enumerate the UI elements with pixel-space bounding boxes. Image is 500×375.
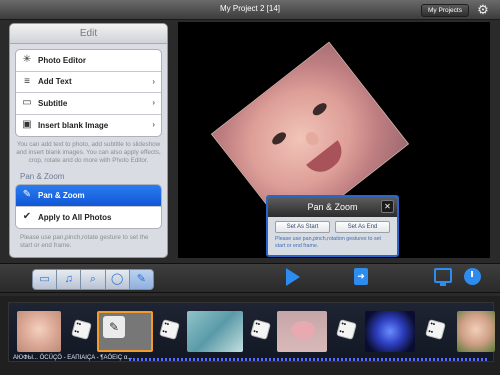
audio-waveform bbox=[129, 358, 489, 361]
photo-detail bbox=[306, 140, 349, 180]
pan-zoom-label: Pan & Zoom bbox=[38, 190, 85, 200]
filmstrip[interactable]: ✎ AЮФЫ... ÖCÜÇÖ - ΕΑΠΙΑΙÇΑ - ¶ΑÖΕΙÇ α... bbox=[8, 302, 495, 363]
edit-panel: Edit ✳ Photo Editor ≡ Add Text › ▭ Subti… bbox=[9, 23, 168, 258]
screen-icon[interactable] bbox=[434, 268, 452, 286]
photo-detail bbox=[291, 321, 315, 339]
media-type-segmented-control: ▭ ♫ ⌕ ◯ ✎ bbox=[32, 269, 154, 290]
apply-to-all-photos-item[interactable]: ✔ Apply to All Photos bbox=[16, 207, 161, 229]
photo-editor-label: Photo Editor bbox=[38, 55, 86, 65]
dialog-buttons: Set As Start Set As End bbox=[268, 217, 397, 233]
transition-icon[interactable] bbox=[159, 319, 180, 340]
wand-icon: ✳ bbox=[22, 54, 32, 66]
audio-track[interactable]: AЮФЫ... ÖCÜÇÖ - ΕΑΠΙΑΙÇΑ - ¶ΑÖΕΙÇ α... bbox=[9, 355, 495, 363]
toolbar: ▭ ♫ ⌕ ◯ ✎ bbox=[0, 263, 500, 293]
my-projects-button[interactable]: My Projects bbox=[421, 4, 469, 17]
music-icon[interactable]: ♫ bbox=[57, 270, 82, 289]
transition-icon[interactable] bbox=[250, 319, 271, 340]
chevron-right-icon: › bbox=[152, 119, 155, 129]
transition-icon[interactable] bbox=[336, 319, 357, 340]
subtitle-label: Subtitle bbox=[38, 98, 68, 108]
photo-thumbnail[interactable] bbox=[457, 311, 495, 352]
close-icon[interactable]: ✕ bbox=[381, 200, 394, 213]
image-icon: ▣ bbox=[22, 119, 32, 131]
dialog-help-text: Please use pan,pinch,rotation gestures t… bbox=[275, 236, 382, 249]
speech-bubble-icon: ▭ bbox=[22, 97, 32, 109]
checkmark-icon: ✔ bbox=[22, 211, 32, 223]
text-icon: ≡ bbox=[24, 75, 30, 87]
gear-icon[interactable]: ⚙ bbox=[476, 3, 490, 17]
pan-zoom-dialog: Pan & Zoom ✕ Set As Start Set As End Ple… bbox=[266, 195, 399, 257]
photo-icon[interactable]: ▭ bbox=[33, 270, 58, 289]
circle-icon[interactable]: ◯ bbox=[106, 270, 130, 289]
pan-zoom-icon: ✎ bbox=[22, 189, 32, 201]
photo-detail bbox=[310, 100, 329, 118]
photo-thumbnail[interactable] bbox=[17, 311, 61, 352]
insert-blank-image-label: Insert blank Image bbox=[38, 120, 109, 130]
photo-editor-item[interactable]: ✳ Photo Editor bbox=[16, 50, 161, 72]
pan-zoom-description: Please use pan,pinch,rotate gesture to s… bbox=[20, 234, 149, 249]
zoom-icon[interactable]: ⌕ bbox=[81, 270, 106, 289]
photo-thumbnail[interactable] bbox=[277, 311, 327, 352]
timeline: ✎ AЮФЫ... ÖCÜÇÖ - ΕΑΠΙΑΙÇΑ - ¶ΑÖΕΙÇ α... bbox=[0, 296, 500, 375]
insert-blank-image-item[interactable]: ▣ Insert blank Image › bbox=[16, 115, 161, 137]
set-as-start-button[interactable]: Set As Start bbox=[275, 221, 330, 233]
add-text-item[interactable]: ≡ Add Text › bbox=[16, 72, 161, 93]
chevron-right-icon: › bbox=[152, 76, 155, 86]
edit-description: You can add text to photo, add subtitle … bbox=[16, 141, 161, 164]
edit-icon: ✎ bbox=[103, 316, 125, 338]
edit-icon[interactable]: ✎ bbox=[129, 270, 153, 289]
photo-detail bbox=[303, 129, 322, 148]
chevron-right-icon: › bbox=[152, 98, 155, 107]
title-bar: My Project 2 [14] My Projects ⚙ bbox=[0, 0, 500, 20]
subtitle-item[interactable]: ▭ Subtitle › bbox=[16, 93, 161, 115]
panel-title: Edit bbox=[10, 24, 167, 44]
transition-icon[interactable] bbox=[425, 319, 446, 340]
set-as-end-button[interactable]: Set As End bbox=[335, 221, 390, 233]
export-icon[interactable]: ➜ bbox=[354, 268, 368, 285]
audio-track-title: AЮФЫ... ÖCÜÇÖ - ΕΑΠΙΑΙÇΑ - ¶ΑÖΕΙÇ α... bbox=[13, 355, 133, 361]
photo-thumbnail[interactable] bbox=[187, 311, 243, 352]
pan-zoom-item[interactable]: ✎ Pan & Zoom bbox=[16, 185, 161, 207]
play-icon[interactable] bbox=[286, 268, 300, 286]
apply-to-all-label: Apply to All Photos bbox=[38, 212, 112, 222]
add-text-label: Add Text bbox=[38, 77, 72, 87]
dialog-header: Pan & Zoom ✕ bbox=[268, 197, 397, 217]
edit-options-group: ✳ Photo Editor ≡ Add Text › ▭ Subtitle ›… bbox=[15, 49, 162, 137]
pan-zoom-section-header: Pan & Zoom bbox=[20, 172, 65, 181]
photo-thumbnail[interactable] bbox=[365, 311, 415, 352]
photo-detail bbox=[270, 129, 289, 147]
photo-thumbnail-selected[interactable]: ✎ bbox=[97, 311, 153, 352]
clock-icon[interactable] bbox=[464, 268, 481, 285]
dialog-title: Pan & Zoom bbox=[307, 202, 358, 212]
pan-zoom-group: ✎ Pan & Zoom ✔ Apply to All Photos bbox=[15, 184, 162, 229]
transition-icon[interactable] bbox=[71, 319, 92, 340]
